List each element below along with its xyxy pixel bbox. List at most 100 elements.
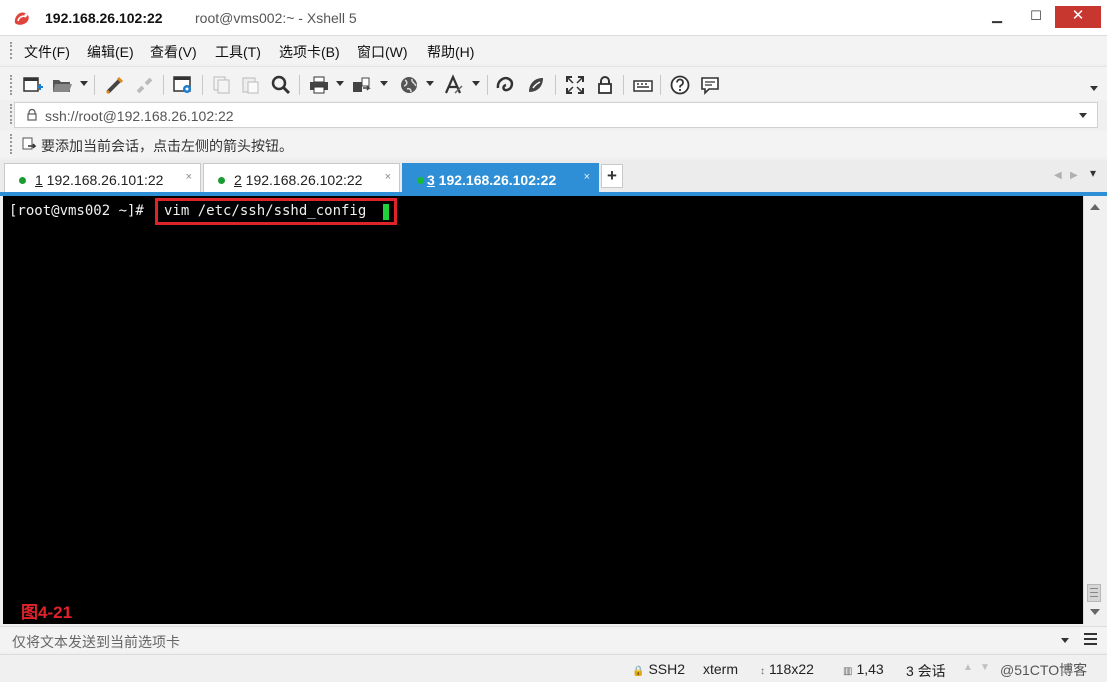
compose-target-text[interactable]: 仅将文本发送到当前选项卡 bbox=[12, 632, 180, 652]
scroll-up-icon[interactable] bbox=[1090, 204, 1100, 210]
minimize-button[interactable]: ▁ bbox=[982, 6, 1012, 28]
toolbar-separator bbox=[660, 75, 661, 95]
tab-close-button[interactable]: × bbox=[186, 171, 192, 183]
tab-session-3[interactable]: 3 192.168.26.102:22 × bbox=[402, 163, 599, 193]
new-session-icon[interactable] bbox=[22, 74, 44, 96]
add-session-arrow-icon[interactable] bbox=[22, 137, 37, 151]
links-hint-text: 要添加当前会话，点击左侧的箭头按钮。 bbox=[41, 138, 293, 154]
toolbar-overflow-icon[interactable] bbox=[1090, 86, 1098, 91]
disconnect-icon[interactable] bbox=[134, 74, 156, 96]
terminal-scrollbar[interactable] bbox=[1083, 196, 1104, 624]
tab-scroll-left-icon[interactable]: ◀ bbox=[1054, 170, 1062, 181]
paste-icon[interactable] bbox=[240, 74, 262, 96]
menu-grip[interactable] bbox=[10, 42, 13, 59]
tab-close-button[interactable]: × bbox=[385, 171, 391, 183]
address-grip[interactable] bbox=[10, 104, 13, 124]
status-session-count: 3 会话 bbox=[906, 663, 946, 679]
help-icon[interactable] bbox=[669, 74, 691, 96]
terminal-cursor bbox=[383, 204, 389, 220]
menu-window[interactable]: 窗口(W) bbox=[357, 42, 408, 62]
scrollbar-thumb[interactable] bbox=[1087, 584, 1101, 602]
watermark-text: @51CTO博客 bbox=[1000, 662, 1088, 678]
status-bar: 🔒 SSH2 xterm ↕ 118x22 ▥ 1,43 3 会话 ▲ ▼ @51CT… bbox=[0, 654, 1107, 682]
open-folder-icon[interactable] bbox=[51, 74, 73, 96]
connect-icon[interactable] bbox=[104, 74, 126, 96]
tab-label: 1 192.168.26.101:22 bbox=[35, 172, 164, 188]
menu-tabs[interactable]: 选项卡(B) bbox=[279, 42, 340, 62]
lock-icon: 🔒 bbox=[632, 666, 645, 677]
copy-icon[interactable] bbox=[211, 74, 233, 96]
toolbar-separator bbox=[555, 75, 556, 95]
lock-icon[interactable] bbox=[594, 74, 616, 96]
tab-session-1[interactable]: 1 192.168.26.101:22 × bbox=[4, 163, 201, 193]
compose-bar[interactable]: 仅将文本发送到当前选项卡 bbox=[0, 626, 1107, 652]
terminal-command: vim /etc/ssh/sshd_config bbox=[164, 203, 367, 219]
address-dropdown-icon[interactable] bbox=[1079, 113, 1087, 118]
toolbar-grip[interactable] bbox=[10, 75, 13, 95]
menu-view[interactable]: 查看(V) bbox=[150, 42, 197, 62]
properties-icon[interactable] bbox=[172, 74, 194, 96]
position-icon: ▥ bbox=[843, 666, 853, 677]
tab-scroll-right-icon[interactable]: ▶ bbox=[1070, 170, 1078, 181]
new-tab-button[interactable]: + bbox=[601, 164, 623, 188]
toolbar-separator bbox=[623, 75, 624, 95]
chat-icon[interactable] bbox=[699, 74, 721, 96]
close-window-button[interactable]: ✕ bbox=[1055, 6, 1101, 28]
xshell-logo-icon bbox=[12, 9, 32, 27]
tab-close-button[interactable]: × bbox=[584, 171, 590, 183]
status-up-icon[interactable]: ▲ bbox=[963, 662, 973, 673]
tab-session-2[interactable]: 2 192.168.26.102:22 × bbox=[203, 163, 400, 193]
find-icon[interactable] bbox=[270, 74, 292, 96]
print-icon[interactable] bbox=[308, 74, 330, 96]
font-icon[interactable] bbox=[443, 74, 465, 96]
title-bar: 192.168.26.102:22 root@vms002:~ - Xshell… bbox=[0, 0, 1107, 36]
connected-status-dot bbox=[19, 177, 26, 184]
toolbar-separator bbox=[487, 75, 488, 95]
globe-icon[interactable] bbox=[398, 74, 420, 96]
tab-list-icon[interactable]: ▾ bbox=[1090, 166, 1096, 180]
menu-help[interactable]: 帮助(H) bbox=[427, 42, 474, 62]
tab-label: 2 192.168.26.102:22 bbox=[234, 172, 363, 188]
tab-label: 3 192.168.26.102:22 bbox=[427, 172, 557, 188]
toolbar-separator bbox=[163, 75, 164, 95]
menu-file[interactable]: 文件(F) bbox=[24, 42, 70, 62]
connected-status-dot bbox=[218, 177, 225, 184]
status-size: ↕ 118x22 bbox=[760, 661, 814, 677]
menu-bar: 文件(F) 编辑(E) 查看(V) 工具(T) 选项卡(B) 窗口(W) 帮助(… bbox=[0, 36, 1107, 64]
terminal-screen[interactable]: [root@vms002 ~]# vim /etc/ssh/sshd_confi… bbox=[3, 196, 1083, 624]
compose-dropdown-icon[interactable] bbox=[1061, 638, 1069, 643]
window-title: root@vms002:~ - Xshell 5 bbox=[195, 10, 357, 26]
transfer-icon[interactable] bbox=[351, 74, 373, 96]
resize-icon: ↕ bbox=[760, 666, 765, 677]
links-grip[interactable] bbox=[10, 134, 13, 154]
status-down-icon[interactable]: ▼ bbox=[980, 662, 990, 673]
font-dropdown-icon[interactable] bbox=[472, 81, 480, 86]
toolbar-separator bbox=[94, 75, 95, 95]
globe-dropdown-icon[interactable] bbox=[426, 81, 434, 86]
status-protocol: 🔒 SSH2 bbox=[632, 661, 686, 677]
figure-label: 图4-21 bbox=[21, 603, 73, 622]
xftp-icon[interactable] bbox=[495, 74, 517, 96]
maximize-button[interactable]: ☐ bbox=[1021, 6, 1051, 28]
print-dropdown-icon[interactable] bbox=[336, 81, 344, 86]
address-input[interactable]: ssh://root@192.168.26.102:22 bbox=[45, 108, 234, 124]
keyboard-icon[interactable] bbox=[632, 74, 654, 96]
status-cursor-position: ▥ 1,43 bbox=[843, 661, 884, 677]
window-title-host: 192.168.26.102:22 bbox=[45, 10, 163, 26]
address-bar[interactable]: ssh://root@192.168.26.102:22 bbox=[14, 102, 1098, 128]
fullscreen-icon[interactable] bbox=[564, 74, 586, 96]
lock-icon bbox=[25, 108, 39, 122]
compose-menu-icon[interactable] bbox=[1084, 633, 1097, 646]
connected-status-dot bbox=[417, 177, 424, 184]
xmanager-icon[interactable] bbox=[525, 74, 547, 96]
tab-bar: 1 192.168.26.101:22 × 2 192.168.26.102:2… bbox=[0, 160, 1107, 194]
terminal-prompt: [root@vms002 ~]# bbox=[9, 203, 144, 219]
command-highlight-box: vim /etc/ssh/sshd_config bbox=[155, 198, 397, 225]
open-dropdown-icon[interactable] bbox=[80, 81, 88, 86]
toolbar-separator bbox=[202, 75, 203, 95]
scroll-down-icon[interactable] bbox=[1090, 609, 1100, 615]
menu-edit[interactable]: 编辑(E) bbox=[87, 42, 134, 62]
transfer-dropdown-icon[interactable] bbox=[380, 81, 388, 86]
toolbar-separator bbox=[299, 75, 300, 95]
menu-tools[interactable]: 工具(T) bbox=[215, 42, 261, 62]
